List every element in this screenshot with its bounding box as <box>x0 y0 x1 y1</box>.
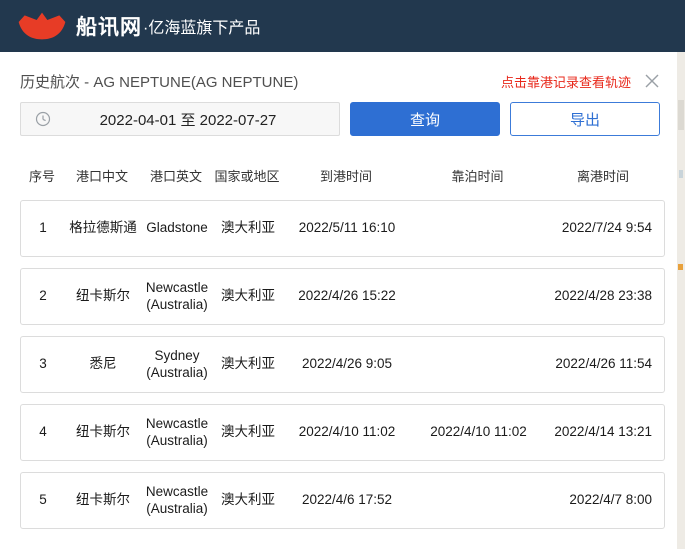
col-header-port-cn: 港口中文 <box>75 168 128 184</box>
col-header-berth: 靠泊时间 <box>451 168 504 184</box>
voyage-row-5[interactable]: 5 纽卡斯尔 Newcastle (Australia) 澳大利亚 2022/4… <box>20 472 665 529</box>
cell-port-en: Newcastle (Australia) <box>145 415 209 448</box>
title-right: 点击靠港记录查看轨迹 <box>501 70 665 92</box>
shipxy-boat-logo-icon <box>18 12 66 40</box>
voyage-list: 1 格拉德斯通 Gladstone 澳大利亚 2022/5/11 16:10 2… <box>20 200 665 529</box>
cell-port-cn: 纽卡斯尔 <box>76 492 130 508</box>
cell-berth: 2022/4/10 11:02 <box>430 424 527 440</box>
col-header-departure: 离港时间 <box>576 168 629 184</box>
cell-arrival: 2022/5/11 16:10 <box>298 220 396 236</box>
map-edge-strip <box>677 52 685 549</box>
close-icon[interactable] <box>641 70 663 92</box>
col-header-no: 序号 <box>28 168 55 184</box>
cell-arrival: 2022/4/10 11:02 <box>298 424 396 440</box>
cell-country: 澳大利亚 <box>221 288 275 304</box>
export-button[interactable]: 导出 <box>510 102 660 136</box>
cell-port-cn: 纽卡斯尔 <box>76 424 130 440</box>
view-track-hint-link[interactable]: 点击靠港记录查看轨迹 <box>501 72 631 91</box>
query-button[interactable]: 查询 <box>350 102 500 136</box>
filter-row: 2022-04-01 至 2022-07-27 查询 导出 <box>20 102 665 136</box>
voyage-row-1[interactable]: 1 格拉德斯通 Gladstone 澳大利亚 2022/5/11 16:10 2… <box>20 200 665 257</box>
cell-port-en: Gladstone <box>146 220 208 236</box>
cell-no: 3 <box>39 356 47 372</box>
map-fleck <box>679 170 683 178</box>
page-title: 历史航次 - AG NEPTUNE(AG NEPTUNE) <box>20 73 299 91</box>
cell-country: 澳大利亚 <box>221 356 275 372</box>
map-fleck <box>678 100 684 130</box>
cell-departure: 2022/4/7 8:00 <box>569 492 652 508</box>
cell-arrival: 2022/4/26 9:05 <box>301 356 393 372</box>
cell-country: 澳大利亚 <box>221 424 275 440</box>
cell-port-cn: 格拉德斯通 <box>69 220 137 236</box>
clock-icon <box>35 111 51 127</box>
cell-departure: 2022/4/14 13:21 <box>554 424 652 440</box>
col-header-port-en: 港口英文 <box>149 168 202 184</box>
cell-port-cn: 纽卡斯尔 <box>76 288 130 304</box>
table-header-row: 序号 港口中文 港口英文 国家或地区 到港时间 靠泊时间 离港时间 <box>20 164 665 186</box>
brand-line: 船讯网 ·亿海蓝旗下产品 <box>76 11 260 41</box>
cell-port-en: Sydney (Australia) <box>146 347 208 380</box>
brand-name: 船讯网 <box>76 16 142 39</box>
cell-no: 4 <box>39 424 47 440</box>
cell-departure: 2022/4/28 23:38 <box>554 288 652 304</box>
cell-no: 1 <box>39 220 47 236</box>
cell-arrival: 2022/4/6 17:52 <box>301 492 393 508</box>
date-range-value: 2022-04-01 至 2022-07-27 <box>99 111 277 129</box>
cell-departure: 2022/4/26 11:54 <box>555 356 652 372</box>
history-voyage-window: 船讯网 ·亿海蓝旗下产品 历史航次 - AG NEPTUNE(AG NEPTUN… <box>0 0 685 549</box>
cell-country: 澳大利亚 <box>221 492 275 508</box>
voyage-row-4[interactable]: 4 纽卡斯尔 Newcastle (Australia) 澳大利亚 2022/4… <box>20 404 665 461</box>
cell-departure: 2022/7/24 9:54 <box>561 220 652 236</box>
title-row: 历史航次 - AG NEPTUNE(AG NEPTUNE) 点击靠港记录查看轨迹 <box>20 66 665 96</box>
cell-port-en: Newcastle (Australia) <box>145 483 209 516</box>
history-voyage-panel: 历史航次 - AG NEPTUNE(AG NEPTUNE) 点击靠港记录查看轨迹 <box>0 52 685 529</box>
top-banner: 船讯网 ·亿海蓝旗下产品 <box>0 0 685 52</box>
cell-no: 5 <box>39 492 47 508</box>
cell-arrival: 2022/4/26 15:22 <box>298 288 396 304</box>
cell-port-en: Newcastle (Australia) <box>145 279 209 312</box>
voyage-row-2[interactable]: 2 纽卡斯尔 Newcastle (Australia) 澳大利亚 2022/4… <box>20 268 665 325</box>
cell-country: 澳大利亚 <box>221 220 275 236</box>
col-header-arrival: 到港时间 <box>319 168 372 184</box>
cell-no: 2 <box>39 288 47 304</box>
map-fleck <box>678 264 683 270</box>
cell-port-cn: 悉尼 <box>89 356 117 372</box>
voyage-row-3[interactable]: 3 悉尼 Sydney (Australia) 澳大利亚 2022/4/26 9… <box>20 336 665 393</box>
col-header-country: 国家或地区 <box>214 168 280 184</box>
date-range-input[interactable]: 2022-04-01 至 2022-07-27 <box>20 102 340 136</box>
brand-suffix: ·亿海蓝旗下产品 <box>143 20 261 37</box>
